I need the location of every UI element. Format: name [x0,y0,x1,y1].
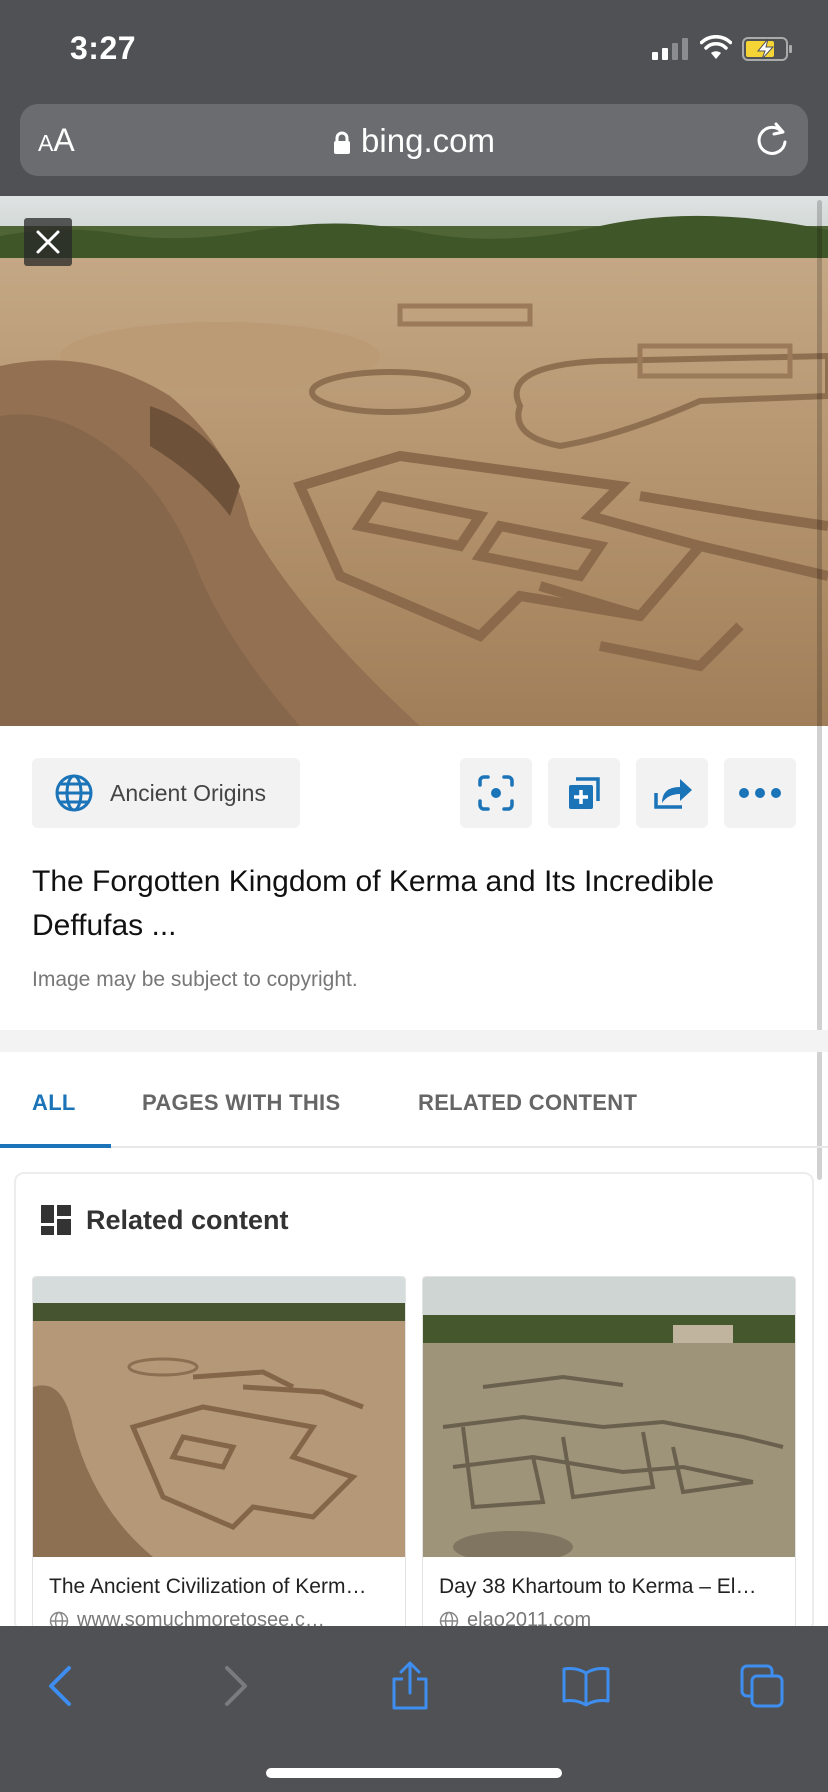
related-content-header: Related content [40,1204,289,1236]
add-to-collection-button[interactable] [548,758,620,828]
back-arrow-icon [49,1666,71,1706]
visual-search-button[interactable] [460,758,532,828]
kerma-ruins-photo [0,196,828,726]
tab-related-content[interactable]: RELATED CONTENT [418,1090,637,1116]
address-bar[interactable]: AA bing.com [20,104,808,176]
status-time: 3:27 [70,30,137,66]
related-content-panel: Related content The Ancient Civilization… [14,1172,814,1632]
related-item-thumbnail [33,1277,405,1557]
forward-button[interactable] [206,1656,266,1716]
wifi-icon [700,35,732,59]
image-title[interactable]: The Forgotten Kingdom of Kerma and Its I… [32,860,792,948]
copyright-note: Image may be subject to copyright. [32,968,358,991]
source-name: Ancient Origins [110,779,266,806]
main-image[interactable] [0,196,828,726]
add-to-collection-icon [569,777,600,809]
cellular-signal-icon [652,38,688,60]
related-item[interactable]: The Ancient Civilization of Kerm… www.so… [32,1276,406,1630]
reload-icon[interactable] [752,120,792,160]
forward-arrow-icon [225,1666,247,1706]
browser-toolbar [0,1626,828,1792]
globe-icon [55,774,93,812]
share-button[interactable] [636,758,708,828]
bookmarks-button[interactable] [556,1656,616,1716]
more-options-button[interactable] [724,758,796,828]
result-tabs: ALL PAGES WITH THIS RELATED CONTENT [0,1052,828,1148]
more-icon [739,788,781,798]
close-button[interactable] [24,218,72,266]
home-indicator[interactable] [266,1768,562,1778]
battery-charging-icon [742,37,792,61]
share-icon [654,779,692,809]
related-item-title[interactable]: The Ancient Civilization of Kerm… [49,1575,395,1599]
back-button[interactable] [30,1656,90,1716]
dashboard-icon [41,1205,71,1235]
visual-search-icon [478,775,514,811]
section-divider [0,1030,828,1052]
url-domain: bing.com [361,122,495,159]
related-item-thumbnail [423,1277,795,1557]
tabs-button[interactable] [732,1656,792,1716]
share-page-button[interactable] [380,1656,440,1716]
browser-top-chrome: 3:27 AA bing.com [0,0,828,196]
active-tab-indicator [0,1144,111,1148]
bookmarks-icon [562,1667,610,1707]
tab-all[interactable]: ALL [32,1090,76,1116]
tabs-icon [740,1664,784,1708]
lock-icon [334,131,351,155]
source-link[interactable]: Ancient Origins [32,758,300,828]
related-content-heading: Related content [86,1204,289,1235]
close-icon [36,230,60,254]
tab-pages-with-this[interactable]: PAGES WITH THIS [142,1090,340,1116]
related-item-title[interactable]: Day 38 Khartoum to Kerma – El… [439,1575,785,1599]
related-item[interactable]: Day 38 Khartoum to Kerma – El… elao2011.… [422,1276,796,1630]
url-display[interactable]: bing.com [20,122,808,160]
share-icon [392,1661,428,1710]
